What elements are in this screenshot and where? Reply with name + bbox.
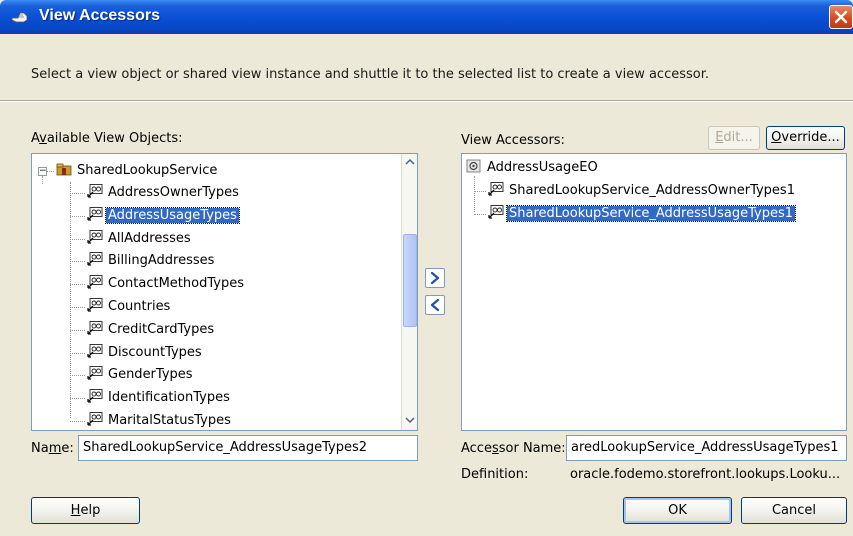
- accessor-tree-item[interactable]: SharedLookupService_AddressOwnerTypes1: [488, 181, 797, 201]
- tree-item-label: AddressOwnerTypes: [108, 185, 239, 200]
- accessor-name-input[interactable]: aredLookupService_AddressUsageTypes1: [566, 435, 847, 461]
- available-view-objects-tree[interactable]: − SharedLookupService AddressOwnerTypes A…: [31, 153, 418, 431]
- name-label: Name:: [31, 441, 74, 456]
- view-object-icon: [87, 320, 103, 335]
- tree-item-label: AddressUsageTypes: [105, 206, 240, 224]
- available-tree-item[interactable]: CreditCardTypes: [87, 320, 216, 340]
- tree-root-label: SharedLookupService: [77, 163, 218, 178]
- definition-value: oracle.fodemo.storefront.lookups.Looku..…: [570, 467, 841, 482]
- instruction-text: Select a view object or shared view inst…: [31, 67, 710, 82]
- view-object-icon: [488, 182, 504, 196]
- view-object-icon: [87, 275, 103, 289]
- add-to-selected-button[interactable]: [425, 268, 445, 288]
- available-tree-item[interactable]: MaritalStatusTypes: [87, 411, 233, 430]
- accessor-name-label: Accessor Name:: [461, 441, 566, 456]
- tree-item-label: SharedLookupService_AddressOwnerTypes1: [509, 183, 795, 198]
- tree-item-label: ContactMethodTypes: [108, 276, 244, 292]
- view-accessors-dialog: View Accessors Select a view object or s…: [0, 0, 853, 536]
- tree-item-label: BillingAddresses: [108, 253, 215, 269]
- title-bar[interactable]: View Accessors: [0, 0, 853, 34]
- available-tree-item[interactable]: AllAddresses: [87, 229, 193, 249]
- definition-label: Definition:: [461, 467, 529, 482]
- view-object-icon: [87, 229, 103, 244]
- view-object-icon: [87, 366, 103, 381]
- dialog-title: View Accessors: [39, 7, 160, 24]
- view-object-icon: [87, 389, 103, 403]
- header-separator: [0, 100, 853, 102]
- available-tree-item[interactable]: AddressUsageTypes: [87, 206, 240, 226]
- chevron-left-icon: [430, 298, 440, 312]
- view-object-icon: [87, 184, 103, 198]
- tree-item-label: Countries: [108, 299, 171, 314]
- scroll-down-icon[interactable]: [403, 413, 417, 429]
- tree-item-label: DiscountTypes: [108, 344, 202, 360]
- remove-from-selected-button[interactable]: [425, 295, 445, 315]
- view-object-icon: [87, 206, 103, 221]
- tree-root-address-usage-eo[interactable]: AddressUsageEO: [466, 158, 600, 178]
- view-object-icon: [87, 252, 103, 267]
- available-tree-item[interactable]: AddressOwnerTypes: [87, 183, 241, 203]
- cancel-button[interactable]: Cancel: [741, 497, 847, 524]
- chevron-right-icon: [430, 271, 440, 285]
- available-tree-item[interactable]: GenderTypes: [87, 365, 195, 385]
- tree-item-label: GenderTypes: [108, 367, 193, 383]
- available-tree-item[interactable]: Countries: [87, 297, 172, 317]
- scroll-up-icon[interactable]: [403, 155, 417, 171]
- close-icon: [834, 10, 848, 24]
- collapse-toggle[interactable]: −: [38, 167, 47, 176]
- view-object-icon: [87, 298, 103, 312]
- tree-item-label: MaritalStatusTypes: [108, 413, 231, 428]
- override-button[interactable]: Override...: [766, 126, 845, 150]
- available-tree-item[interactable]: ContactMethodTypes: [87, 274, 246, 294]
- available-tree-item[interactable]: DiscountTypes: [87, 343, 204, 363]
- scroll-thumb[interactable]: [403, 234, 417, 327]
- tree-item-label: CreditCardTypes: [108, 321, 215, 337]
- view-object-icon: [87, 412, 103, 426]
- vertical-scrollbar[interactable]: [401, 154, 417, 430]
- view-object-icon: [87, 343, 103, 358]
- ok-button[interactable]: OK: [623, 497, 732, 524]
- edit-button[interactable]: Edit...: [708, 126, 760, 150]
- tree-item-label: AllAddresses: [108, 230, 191, 246]
- view-object-icon: [488, 205, 504, 219]
- close-button[interactable]: [829, 5, 853, 29]
- available-tree-item[interactable]: BillingAddresses: [87, 251, 216, 271]
- tree-root-label: AddressUsageEO: [487, 160, 598, 175]
- tree-item-label: SharedLookupService_AddressUsageTypes1: [505, 205, 797, 222]
- hand-icon: [11, 9, 29, 25]
- entity-object-icon: [466, 159, 482, 173]
- name-input[interactable]: SharedLookupService_AddressUsageTypes2: [78, 435, 418, 461]
- tree-item-label: IdentificationTypes: [108, 390, 230, 406]
- help-button[interactable]: Help: [31, 497, 140, 524]
- package-icon: [56, 162, 72, 176]
- tree-root-shared-lookup-service[interactable]: SharedLookupService: [56, 161, 219, 181]
- view-accessors-label: View Accessors:: [461, 133, 565, 148]
- accessor-tree-item[interactable]: SharedLookupService_AddressUsageTypes1: [488, 204, 797, 224]
- view-accessors-tree[interactable]: AddressUsageEO SharedLookupService_Addre…: [461, 153, 847, 431]
- available-tree-item[interactable]: IdentificationTypes: [87, 388, 232, 408]
- available-view-objects-label: Available View Objects:: [31, 131, 183, 146]
